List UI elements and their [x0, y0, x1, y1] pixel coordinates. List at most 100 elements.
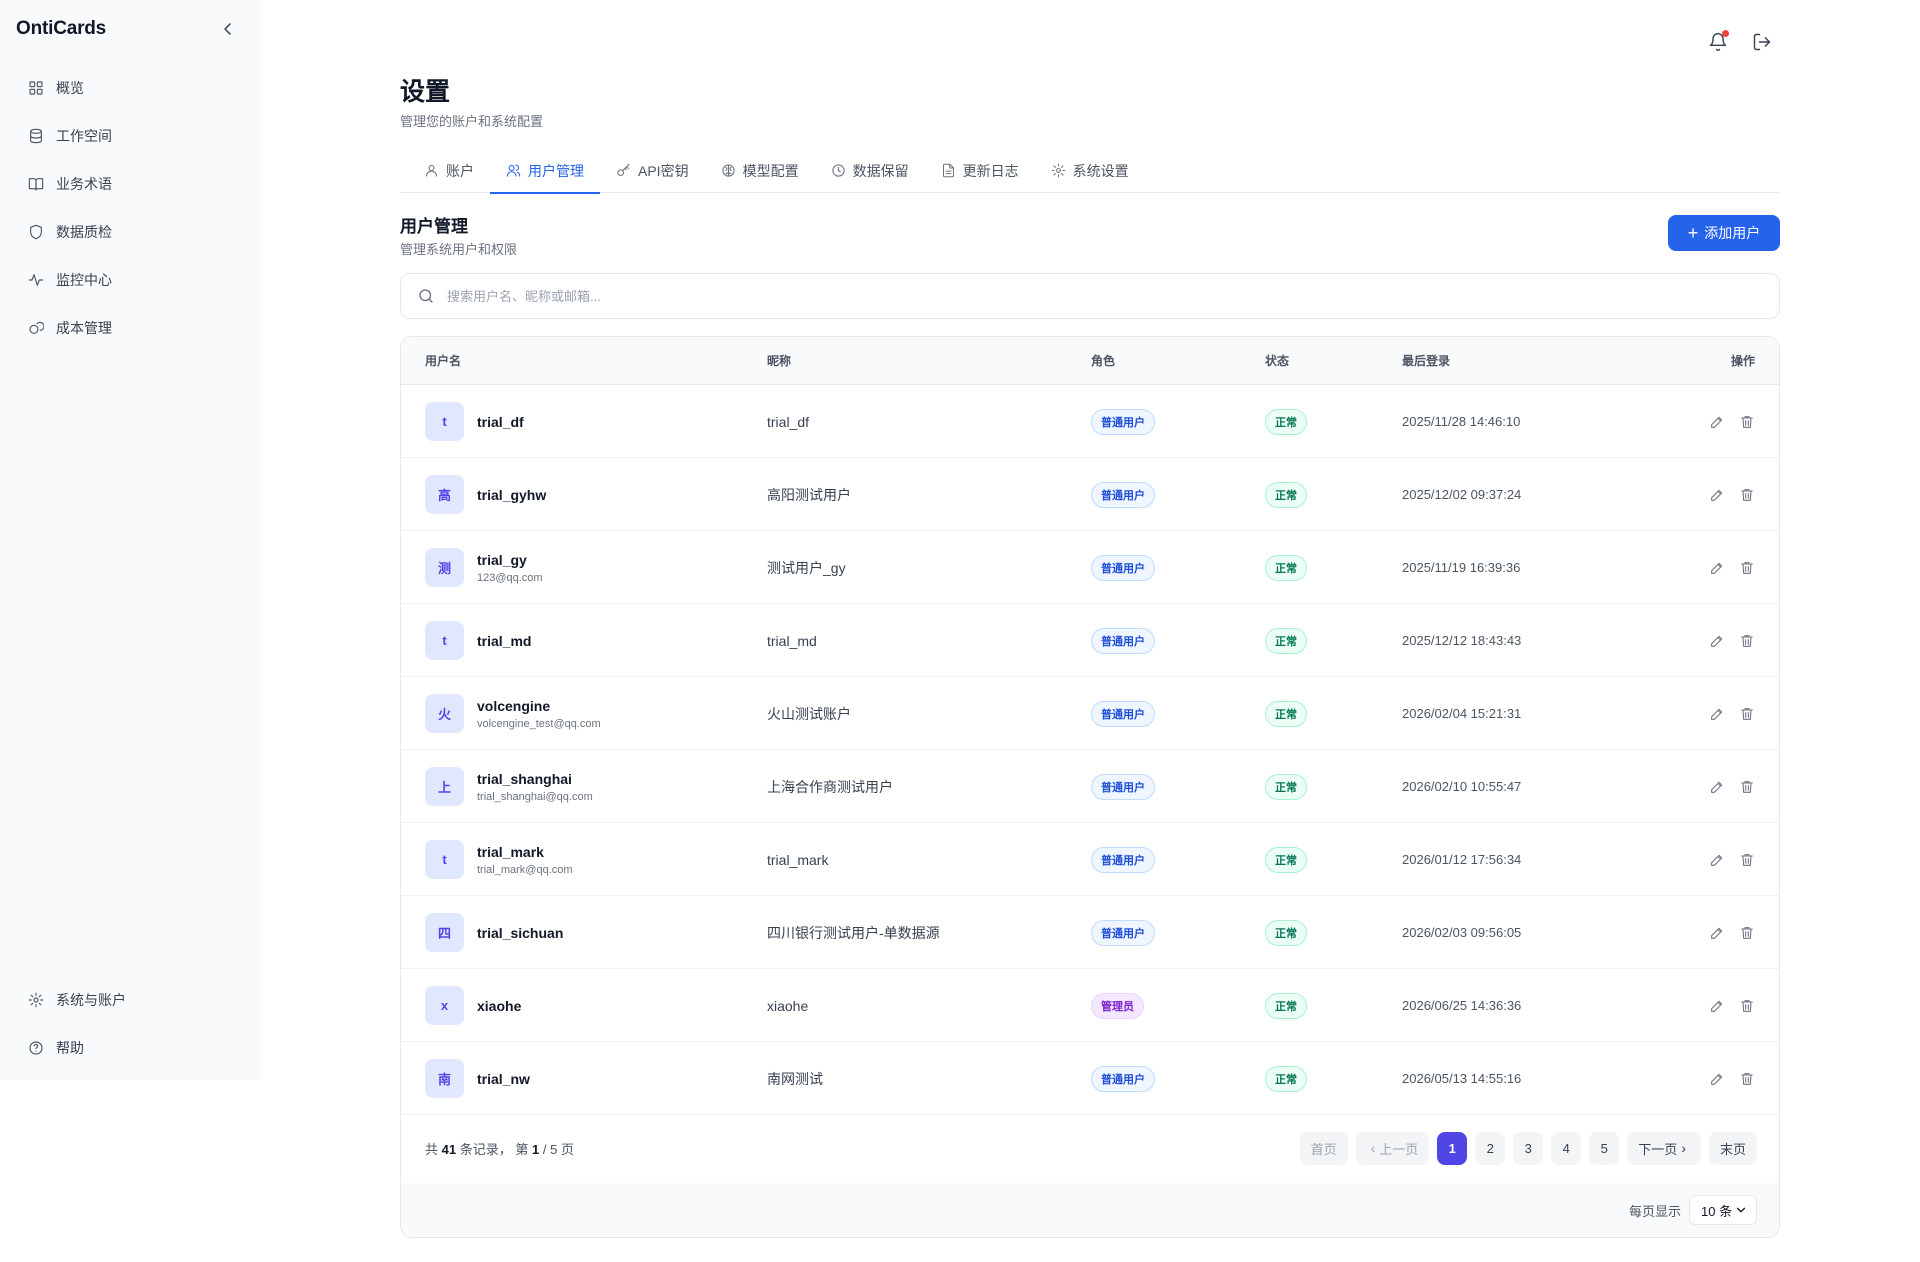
username-block: trial_shanghai trial_shanghai@qq.com: [477, 771, 593, 803]
nickname-cell: 上海合作商测试用户: [767, 778, 893, 795]
edit-icon[interactable]: [1709, 1071, 1725, 1087]
sidebar-item-label: 数据质检: [56, 224, 112, 240]
sidebar-item-help[interactable]: 帮助: [18, 1024, 242, 1072]
file-icon: [942, 163, 954, 178]
last-page-button[interactable]: 末页: [1708, 1131, 1757, 1165]
edit-icon[interactable]: [1709, 998, 1725, 1014]
table-row: t trial_mark trial_mark@qq.com trial_mark 普通…: [401, 823, 1779, 896]
status-cell: 正常: [1265, 750, 1307, 823]
sidebar-item-system-account[interactable]: 系统与账户: [18, 976, 242, 1024]
summary-text: / 5 页: [542, 1141, 574, 1157]
page-button-2[interactable]: 2: [1475, 1131, 1506, 1165]
page-title: 设置: [400, 78, 451, 106]
status-cell: 正常: [1265, 823, 1307, 896]
shield-icon: [30, 224, 42, 240]
role-badge: 普通用户: [1091, 700, 1155, 727]
sidebar-item-cost[interactable]: 成本管理: [18, 304, 242, 352]
tab-user-management[interactable]: 用户管理: [490, 148, 600, 194]
trash-icon[interactable]: [1739, 633, 1755, 649]
edit-icon[interactable]: [1709, 633, 1725, 649]
trash-icon[interactable]: [1739, 925, 1755, 941]
actions-cell: [1709, 531, 1755, 604]
tab-account[interactable]: 账户: [408, 148, 490, 193]
prev-page-button[interactable]: ‹ 上一页: [1355, 1131, 1430, 1165]
table-row: 南 trial_nw 南网测试 普通用户 正常 2026/05/13 14:55:16: [401, 1042, 1779, 1115]
trash-icon[interactable]: [1739, 1071, 1755, 1087]
username-cell: t trial_mark trial_mark@qq.com: [425, 823, 573, 896]
page-button-1[interactable]: 1: [1437, 1131, 1468, 1165]
next-page-button[interactable]: 下一页 ›: [1627, 1131, 1701, 1165]
add-user-button[interactable]: + 添加用户: [1668, 215, 1780, 251]
username: trial_df: [477, 413, 524, 430]
table-row: 四 trial_sichuan 四川银行测试用户-单数据源 普通用户 正常 2026/02…: [401, 896, 1779, 969]
edit-icon[interactable]: [1709, 852, 1725, 868]
summary-text: 共: [425, 1141, 439, 1157]
sidebar-item-overview[interactable]: 概览: [18, 64, 242, 112]
edit-icon[interactable]: [1709, 414, 1725, 430]
edit-icon[interactable]: [1709, 706, 1725, 722]
logout-button[interactable]: [1750, 28, 1774, 56]
row-actions: [1709, 560, 1755, 576]
tab-system-settings[interactable]: 系统设置: [1035, 148, 1145, 193]
tab-changelog[interactable]: 更新日志: [925, 148, 1035, 193]
gear-icon: [1051, 163, 1065, 178]
page-button-3[interactable]: 3: [1513, 1131, 1544, 1165]
page-button-5[interactable]: 5: [1589, 1131, 1620, 1165]
sidebar-item-monitoring[interactable]: 监控中心: [18, 256, 242, 304]
last-login-cell: 2026/06/25 14:36:36: [1402, 998, 1522, 1013]
brain-icon: [721, 164, 735, 177]
avatar: 上: [425, 767, 464, 806]
sidebar-bottom-nav: 系统与账户 帮助: [18, 976, 242, 1072]
sidebar-item-label: 业务术语: [56, 176, 112, 192]
role-cell: 普通用户: [1091, 531, 1155, 604]
user-email: volcengine_test@qq.com: [477, 717, 601, 730]
search-input[interactable]: [447, 288, 1747, 304]
role-cell: 普通用户: [1091, 604, 1155, 677]
trash-icon[interactable]: [1739, 487, 1755, 503]
role-badge: 普通用户: [1091, 408, 1155, 435]
trash-icon[interactable]: [1739, 706, 1755, 722]
last-login-cell: 2025/12/12 18:43:43: [1402, 633, 1522, 648]
page-button-4[interactable]: 4: [1551, 1131, 1582, 1165]
section-subtitle: 管理系统用户和权限: [400, 242, 518, 257]
user-email: 123@qq.com: [477, 571, 543, 584]
tab-data-retention[interactable]: 数据保留: [815, 148, 925, 193]
edit-icon[interactable]: [1709, 925, 1725, 941]
page-subtitle: 管理您的账户和系统配置: [400, 114, 544, 129]
username: trial_md: [477, 632, 532, 649]
username-cell: 测 trial_gy 123@qq.com: [425, 531, 543, 604]
trash-icon[interactable]: [1739, 852, 1755, 868]
trash-icon[interactable]: [1739, 560, 1755, 576]
grid-icon: [29, 81, 43, 95]
first-page-button[interactable]: 首页: [1299, 1131, 1348, 1165]
username-block: trial_md: [477, 633, 531, 649]
edit-icon[interactable]: [1709, 487, 1725, 503]
column-header: 操作: [1730, 354, 1755, 368]
avatar: 火: [425, 694, 464, 733]
sidebar-item-glossary[interactable]: 业务术语: [18, 160, 242, 208]
sidebar-item-workspace[interactable]: 工作空间: [18, 112, 242, 160]
trash-icon[interactable]: [1739, 998, 1755, 1014]
tab-model-config[interactable]: 模型配置: [705, 148, 815, 193]
username: trial_nw: [477, 1070, 530, 1087]
edit-icon[interactable]: [1709, 779, 1725, 795]
trash-icon[interactable]: [1739, 779, 1755, 795]
edit-icon[interactable]: [1709, 560, 1725, 576]
gear-icon: [28, 992, 44, 1008]
row-actions: [1709, 633, 1755, 649]
role-badge: 普通用户: [1091, 481, 1155, 508]
role-cell: 普通用户: [1091, 823, 1155, 896]
last-login-cell: 2026/01/12 17:56:34: [1402, 852, 1522, 867]
notification-button[interactable]: [1706, 28, 1730, 56]
status-badge: 正常: [1265, 554, 1307, 581]
sidebar-item-data-quality[interactable]: 数据质检: [18, 208, 242, 256]
avatar: 高: [425, 475, 464, 514]
collapse-sidebar-icon[interactable]: [220, 18, 236, 40]
last-login-cell: 2025/11/28 14:46:10: [1402, 414, 1521, 429]
username-cell: 高 trial_gyhw: [425, 458, 546, 531]
per-page-select[interactable]: 10 条: [1689, 1195, 1757, 1225]
trash-icon[interactable]: [1739, 414, 1755, 430]
nickname-cell: 高阳测试用户: [767, 486, 851, 503]
row-actions: [1709, 1071, 1755, 1087]
tab-api-keys[interactable]: API密钥: [600, 148, 705, 193]
